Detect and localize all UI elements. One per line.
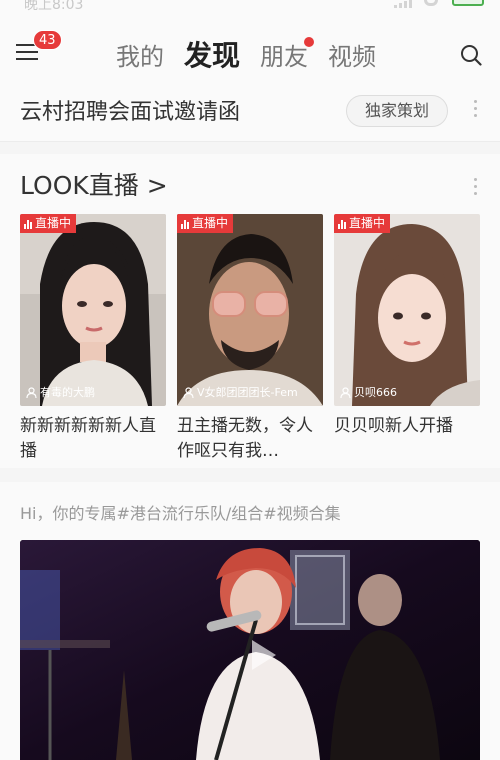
status-time: 晚上8:03 [24, 0, 84, 13]
section-title[interactable]: LOOK直播 > [20, 166, 168, 202]
anchor-label: 贝呗666 [354, 386, 397, 399]
live-badge-label: 直播中 [192, 216, 229, 230]
live-badge: 直播中 [20, 214, 77, 233]
tab-mine[interactable]: 我的 [116, 37, 164, 72]
banner-row[interactable]: 云村招聘会面试邀请函 独家策划 [0, 90, 500, 142]
live-badge: 直播中 [177, 214, 234, 233]
feed-title: Hi，你的专属#港台流行乐队/组合#视频合集 [20, 504, 341, 523]
live-caption: 新新新新新新人直播 [20, 416, 156, 461]
anchor-label: 有毒的大鹏 [40, 386, 95, 399]
portrait-image [177, 214, 323, 406]
nav-tabs: 我的 发现 朋友 视频 [116, 34, 376, 74]
live-caption: 贝贝呗新人开播 [334, 416, 453, 436]
top-nav: 43 我的 发现 朋友 视频 [0, 14, 500, 90]
banner-title: 云村招聘会面试邀请函 [20, 100, 241, 125]
user-icon [340, 386, 351, 398]
more-icon[interactable] [472, 178, 478, 200]
portrait-image [20, 214, 166, 406]
live-caption: 丑主播无数，令人作呕只有我… [177, 416, 313, 461]
look-live-section: LOOK直播 > 直播中 有毒的大鹏 新新新新新新人直播 直播中 V女郎团团团长… [0, 154, 500, 468]
live-card[interactable]: 直播中 贝呗666 贝贝呗新人开播 [334, 214, 480, 466]
live-thumbnail: 直播中 有毒的大鹏 [20, 214, 166, 406]
anchor-label: V女郎团团团长-Fem [197, 386, 298, 399]
tab-friends[interactable]: 朋友 [260, 37, 315, 72]
tab-discover[interactable]: 发现 [184, 34, 240, 74]
status-bar: 晚上8:03 [0, 0, 500, 14]
anchor-name: V女郎团团团长-Fem [183, 384, 298, 400]
tab-video[interactable]: 视频 [328, 37, 376, 72]
wifi-icon [424, 0, 438, 6]
live-bars-icon [24, 219, 32, 229]
user-icon [26, 386, 37, 398]
video-thumbnail[interactable] [20, 540, 480, 760]
live-badge: 直播中 [334, 214, 391, 233]
live-thumbnail: 直播中 V女郎团团团长-Fem [177, 214, 323, 406]
notification-badge: 43 [33, 30, 62, 50]
more-icon[interactable] [472, 100, 478, 122]
live-card[interactable]: 直播中 V女郎团团团长-Fem 丑主播无数，令人作呕只有我… [177, 214, 323, 466]
live-bars-icon [338, 219, 346, 229]
search-icon[interactable] [460, 44, 482, 66]
portrait-image [334, 214, 480, 406]
new-dot [304, 37, 315, 47]
live-bars-icon [181, 219, 189, 229]
exclusive-tag[interactable]: 独家策划 [346, 95, 448, 127]
anchor-name: 有毒的大鹏 [26, 384, 95, 400]
user-icon [183, 386, 194, 398]
live-badge-label: 直播中 [349, 216, 386, 230]
tab-friends-label: 朋友 [260, 43, 309, 71]
live-badge-label: 直播中 [35, 216, 72, 230]
battery-icon [452, 0, 484, 6]
signal-icon [394, 0, 412, 8]
live-thumbnail: 直播中 贝呗666 [334, 214, 480, 406]
video-feed-section: Hi，你的专属#港台流行乐队/组合#视频合集 [0, 482, 500, 760]
live-card[interactable]: 直播中 有毒的大鹏 新新新新新新人直播 [20, 214, 166, 466]
video-frame-image [20, 540, 480, 760]
anchor-name: 贝呗666 [340, 384, 397, 400]
